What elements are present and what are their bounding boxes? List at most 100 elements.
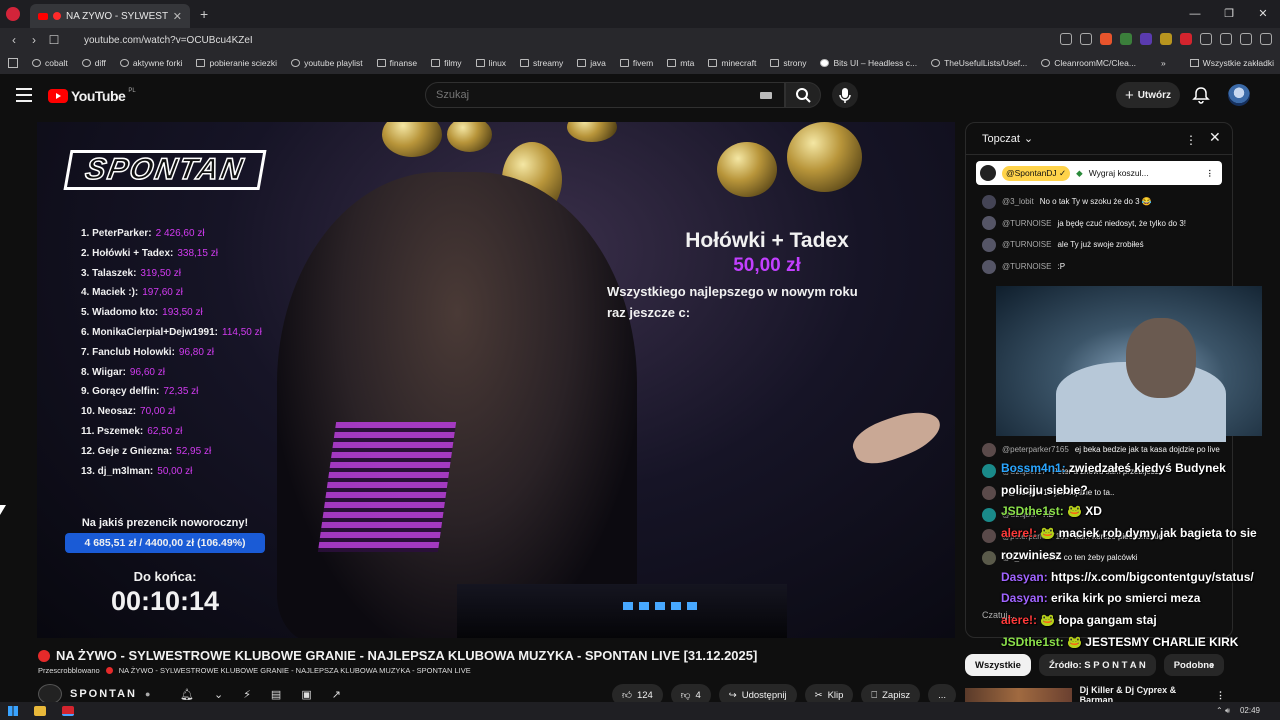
chat-text: ej beka bedzie jak ta kasa dojdzie po li… [1074, 445, 1220, 455]
channel-info[interactable]: SPONTAN ● [38, 684, 152, 704]
cast-icon[interactable] [1060, 33, 1072, 45]
chat-author[interactable]: @3_lobit [1002, 197, 1034, 206]
close-tab-icon[interactable]: ✕ [173, 10, 182, 23]
chevron-right-icon[interactable]: » [1161, 58, 1166, 68]
more-options-icon[interactable]: ⋮ [1185, 133, 1197, 147]
chat-message[interactable]: @TURNOISE ale Ty już swoje zrobiłeś [982, 234, 1232, 256]
extension-check-icon[interactable] [1120, 33, 1132, 45]
back-icon[interactable]: ‹ [4, 33, 24, 47]
system-tray[interactable]: ⌃ 🔊︎ [1216, 706, 1230, 716]
browser-tab[interactable]: NA ŻYWO - SYLWESTROWE ✕ [30, 4, 190, 28]
notifications-button[interactable] [1192, 86, 1210, 104]
search-button[interactable] [785, 82, 821, 108]
keyboard-icon[interactable] [760, 92, 772, 99]
bookmark-folder[interactable]: minecraft [708, 58, 756, 68]
channel-name[interactable]: SPONTAN [70, 688, 137, 700]
donor-amount: 96,60 zł [129, 366, 165, 378]
menu-icon[interactable] [16, 88, 32, 102]
url-field[interactable]: youtube.com/watch?v=OCUBcu4KZeI [84, 35, 253, 46]
bookmark-label: TheUsefulLists/Usef... [944, 58, 1028, 68]
chat-message[interactable]: @3_lobit No o tak Ty w szoku że do 3 😂 [982, 191, 1232, 213]
chevron-down-icon[interactable]: ⌄ [214, 688, 223, 701]
all-bookmarks[interactable]: » Wszystkie zakładki [1154, 52, 1274, 74]
bookmark-item[interactable]: aktywne forki [119, 58, 182, 68]
browser-logo-icon[interactable] [6, 7, 20, 21]
forward-icon[interactable]: › [24, 33, 44, 47]
share-icon[interactable] [1080, 33, 1092, 45]
video-player[interactable]: SPONTAN 1. PeterParker: 2 426,60 zł 2. Ho… [37, 122, 955, 638]
bookmark-folder[interactable]: streamy [520, 58, 563, 68]
avatar[interactable] [1228, 84, 1250, 106]
share-icon[interactable]: ↗ [332, 688, 341, 701]
voice-search-button[interactable] [832, 82, 858, 108]
bookmark-folder[interactable]: mta [667, 58, 694, 68]
bookmark-folder[interactable]: strony [770, 58, 806, 68]
bookmark-folder[interactable]: finanse [376, 58, 417, 68]
chat-author[interactable]: @peterparker7165 [1002, 445, 1069, 454]
bookmark-item[interactable]: cobalt [32, 58, 68, 68]
chat-text: ale Ty już swoje zrobiłeś [1057, 240, 1144, 250]
bookmark-item[interactable]: Bits UI – Headless c... [820, 58, 917, 68]
new-tab-button[interactable]: + [200, 6, 208, 22]
chat-popout-icon[interactable]: ▣ [301, 688, 311, 701]
create-button[interactable]: + Utwórz [1116, 82, 1180, 108]
media-icon[interactable] [1240, 33, 1252, 45]
channel-avatar[interactable] [38, 684, 62, 704]
more-options-icon[interactable]: ⋮ [1216, 690, 1225, 701]
bookmark-favicon-icon [81, 59, 91, 67]
bookmark-folder[interactable]: fivem [619, 58, 653, 68]
extension-icon[interactable] [1160, 33, 1172, 45]
bookmark-item[interactable]: youtube playlist [291, 58, 363, 68]
bookmark-folder[interactable]: linux [475, 58, 506, 68]
related-video[interactable]: Dj Killer & Dj Cyprex & Barman ⋮ [965, 685, 1265, 705]
chip-all[interactable]: Wszystkie [965, 654, 1031, 676]
extension-icon[interactable] [1180, 33, 1192, 45]
clock[interactable]: 02:49 [1240, 706, 1260, 715]
file-explorer-icon[interactable] [34, 706, 46, 716]
close-window-button[interactable]: ✕ [1246, 0, 1280, 28]
chat-message[interactable]: @TURNOISE:P [982, 256, 1232, 278]
restore-button[interactable]: ❐ [1212, 0, 1246, 28]
lightning-icon[interactable]: ⚡︎ [243, 688, 251, 701]
bookmark-item[interactable]: CleanroomMC/Clea... [1041, 58, 1136, 68]
chevron-down-icon[interactable]: ⌄ [1024, 132, 1033, 145]
menu-icon[interactable] [1260, 33, 1272, 45]
bookmark-folder[interactable]: filmy [431, 58, 462, 68]
avatar [980, 165, 996, 181]
chat-author[interactable]: @TURNOISE [1002, 262, 1051, 271]
close-chat-icon[interactable]: ✕ [1209, 129, 1221, 146]
chat-message[interactable]: @TURNOISE ja będę czuć niedosyt, że tylko… [982, 213, 1232, 235]
sidebar-icon[interactable] [1220, 33, 1232, 45]
bookmark-item[interactable]: pobieranie sciezki [196, 58, 277, 68]
brave-browser-icon[interactable] [62, 706, 74, 716]
chip-related[interactable]: Podobne [1163, 654, 1225, 676]
chat-input[interactable]: Czatuj... [982, 610, 1015, 620]
video-title-row: NA ŻYWO - SYLWESTROWE KLUBOWE GRANIE - N… [38, 648, 757, 663]
search-input[interactable] [426, 83, 746, 107]
bookmark-item[interactable]: TheUsefulLists/Usef... [931, 58, 1027, 68]
save-to-playlist-icon[interactable]: ▤ [271, 688, 281, 701]
windows-start-icon[interactable] [8, 706, 18, 716]
chat-author[interactable]: @TURNOISE [1002, 240, 1051, 249]
countdown-label: Do końca: [133, 569, 197, 584]
chat-author[interactable]: @TURNOISE [1002, 219, 1051, 228]
chevron-right-icon[interactable]: › [1210, 658, 1214, 672]
chip-source[interactable]: Źródło: S P O N T A N [1038, 654, 1156, 676]
donation-leaderboard: 1. PeterParker: 2 426,60 zł 2. Hołówki + … [81, 224, 262, 481]
minimize-button[interactable]: — [1178, 0, 1212, 28]
pinned-message[interactable]: @SpontanDJ ✓ ◆ Wygraj koszul... ⋮ [976, 161, 1222, 185]
goal-label: Na jakiś prezencik noworoczny! [81, 517, 249, 529]
bell-icon[interactable]: 🔔︎ [180, 688, 194, 701]
extension-icon[interactable] [1140, 33, 1152, 45]
related-thumbnail[interactable] [965, 688, 1072, 702]
apps-grid-icon[interactable] [8, 58, 18, 68]
brave-shield-icon[interactable] [1100, 33, 1112, 45]
youtube-logo[interactable]: YouTube PL [48, 88, 136, 104]
puzzle-icon[interactable] [1200, 33, 1212, 45]
more-options-icon[interactable]: ⋮ [1206, 168, 1215, 179]
bookmark-folder[interactable]: java [577, 58, 606, 68]
bookmark-icon[interactable]: ☐ [44, 33, 64, 47]
bookmark-item[interactable]: diff [81, 58, 106, 68]
chat-mode-dropdown[interactable]: Topczat [982, 133, 1020, 145]
leaderboard-row: 7. Fanclub Holowki: 96,80 zł [81, 343, 262, 363]
